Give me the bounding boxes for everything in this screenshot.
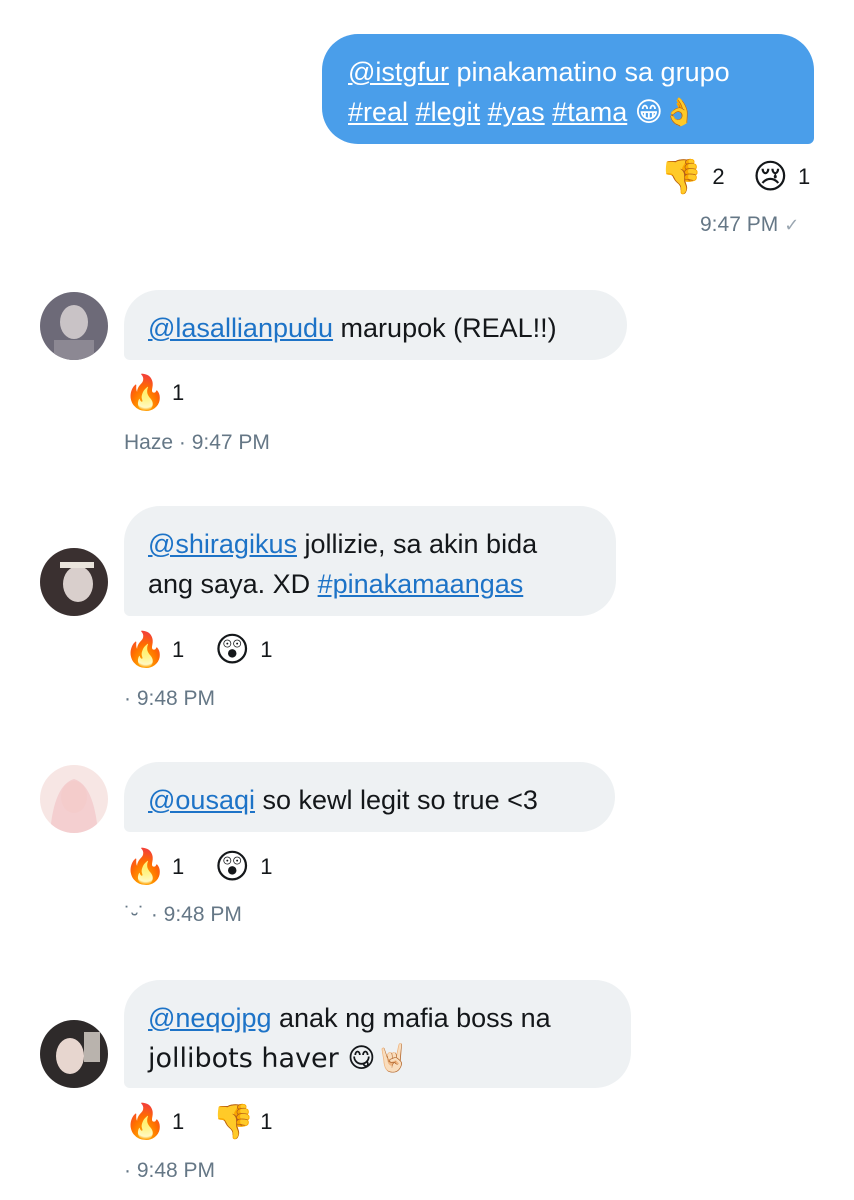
message-line: jollibots haver 😋🤘🏻 [148,1038,607,1079]
message-text: pinakamatino sa grupo [448,57,730,87]
reaction-thumbs-down[interactable]: 👎 2 [660,160,725,194]
fire-icon: 🔥 [124,630,167,670]
astonished-face-icon: 😲 [214,847,250,887]
avatar[interactable] [40,1020,108,1088]
reaction-count: 2 [712,164,725,189]
message-meta: · 9:48 PM [124,1159,215,1183]
reaction-fire[interactable]: 🔥 1 [124,1105,184,1139]
time-text: · 9:48 PM [124,1159,216,1182]
hashtag-link[interactable]: #legit [416,97,481,127]
mention-link[interactable]: @lasallianpudu [148,313,333,343]
message-text: anak ng mafia boss na [271,1003,551,1033]
message-meta: · 9:48 PM [124,687,215,711]
time-text: · 9:48 PM [124,687,216,710]
sender-name[interactable]: ˙⏑˙ [124,903,145,926]
mention-link[interactable]: @neqojpg [148,1003,272,1033]
message-text: jollizie, sa akin bida [296,529,538,559]
reaction-count: 1 [172,1109,185,1134]
fire-icon: 🔥 [124,847,167,887]
message-text: ang saya. XD [148,569,318,599]
reaction-row: 🔥 1 😲 1 [124,850,301,884]
reaction-fire[interactable]: 🔥 1 [124,850,184,884]
avatar[interactable] [40,548,108,616]
hashtag-link[interactable]: #yas [488,97,545,127]
reaction-row: 🔥 1 [124,376,212,410]
mention-link[interactable]: @ousaqi [148,785,255,815]
outgoing-line-2: #real #legit #yas #tama 😁👌 [348,92,790,133]
message-line: ang saya. XD #pinakamaangas [148,564,592,604]
reaction-count: 1 [172,854,185,879]
hashtag-link[interactable]: #real [348,97,408,127]
grin-ok-emoji: 😁👌 [634,97,697,128]
outgoing-reactions: 👎 2 😢 1 [660,160,810,194]
reaction-row: 🔥 1 😲 1 [124,633,301,667]
reaction-count: 1 [172,637,185,662]
thumbs-down-icon: 👎 [212,1102,255,1142]
message-meta: ˙⏑˙ · 9:48 PM [124,903,242,927]
crying-face-icon: 😢 [752,157,789,197]
message-meta: Haze · 9:47 PM [124,431,270,455]
reaction-fire[interactable]: 🔥 1 [124,633,184,667]
time-text: 9:47 PM [700,213,779,236]
sender-name[interactable]: Haze [124,431,173,454]
hashtag-link[interactable]: #pinakamaangas [318,569,524,599]
mention-link[interactable]: @shiragikus [148,529,297,559]
reaction-count: 1 [798,164,811,189]
avatar[interactable] [40,292,108,360]
sent-check-icon: ✓ [784,215,800,235]
outgoing-message-bubble[interactable]: @istgfur pinakamatino sa grupo #real #le… [322,34,814,144]
incoming-message-bubble[interactable]: @ousaqi so kewl legit so true <3 [124,762,615,832]
message-text: marupok (REAL!!) [333,313,557,343]
message-line: @neqojpg anak ng mafia boss na [148,998,607,1038]
incoming-message-bubble[interactable]: @neqojpg anak ng mafia boss na jollibots… [124,980,631,1088]
reaction-count: 1 [260,854,273,879]
reaction-fire[interactable]: 🔥 1 [124,376,184,410]
reaction-astonished[interactable]: 😲 1 [212,847,273,887]
reaction-crying[interactable]: 😢 1 [753,160,811,194]
message-text: jollibots haver 😋🤘🏻 [148,1043,410,1074]
reaction-count: 1 [172,380,185,405]
time-text: · 9:48 PM [150,903,242,926]
reaction-count: 1 [260,1109,273,1134]
avatar[interactable] [40,765,108,833]
incoming-message-bubble[interactable]: @lasallianpudu marupok (REAL!!) [124,290,627,360]
thumbs-down-icon: 👎 [660,157,703,197]
reaction-astonished[interactable]: 😲 1 [212,630,273,670]
reaction-thumbs-down[interactable]: 👎 1 [212,1105,272,1139]
mention-link[interactable]: @istgfur [348,57,449,87]
message-line: @shiragikus jollizie, sa akin bida [148,524,592,564]
outgoing-timestamp: 9:47 PM ✓ [700,213,799,237]
reaction-row: 🔥 1 👎 1 [124,1105,301,1139]
fire-icon: 🔥 [124,1102,167,1142]
time-text: · 9:47 PM [178,431,270,454]
hashtag-link[interactable]: #tama [552,97,627,127]
message-text: so kewl legit so true <3 [254,785,538,815]
reaction-count: 1 [260,637,273,662]
incoming-message-bubble[interactable]: @shiragikus jollizie, sa akin bida ang s… [124,506,616,616]
outgoing-line-1: @istgfur pinakamatino sa grupo [348,52,790,92]
fire-icon: 🔥 [124,373,167,413]
astonished-face-icon: 😲 [214,630,250,670]
